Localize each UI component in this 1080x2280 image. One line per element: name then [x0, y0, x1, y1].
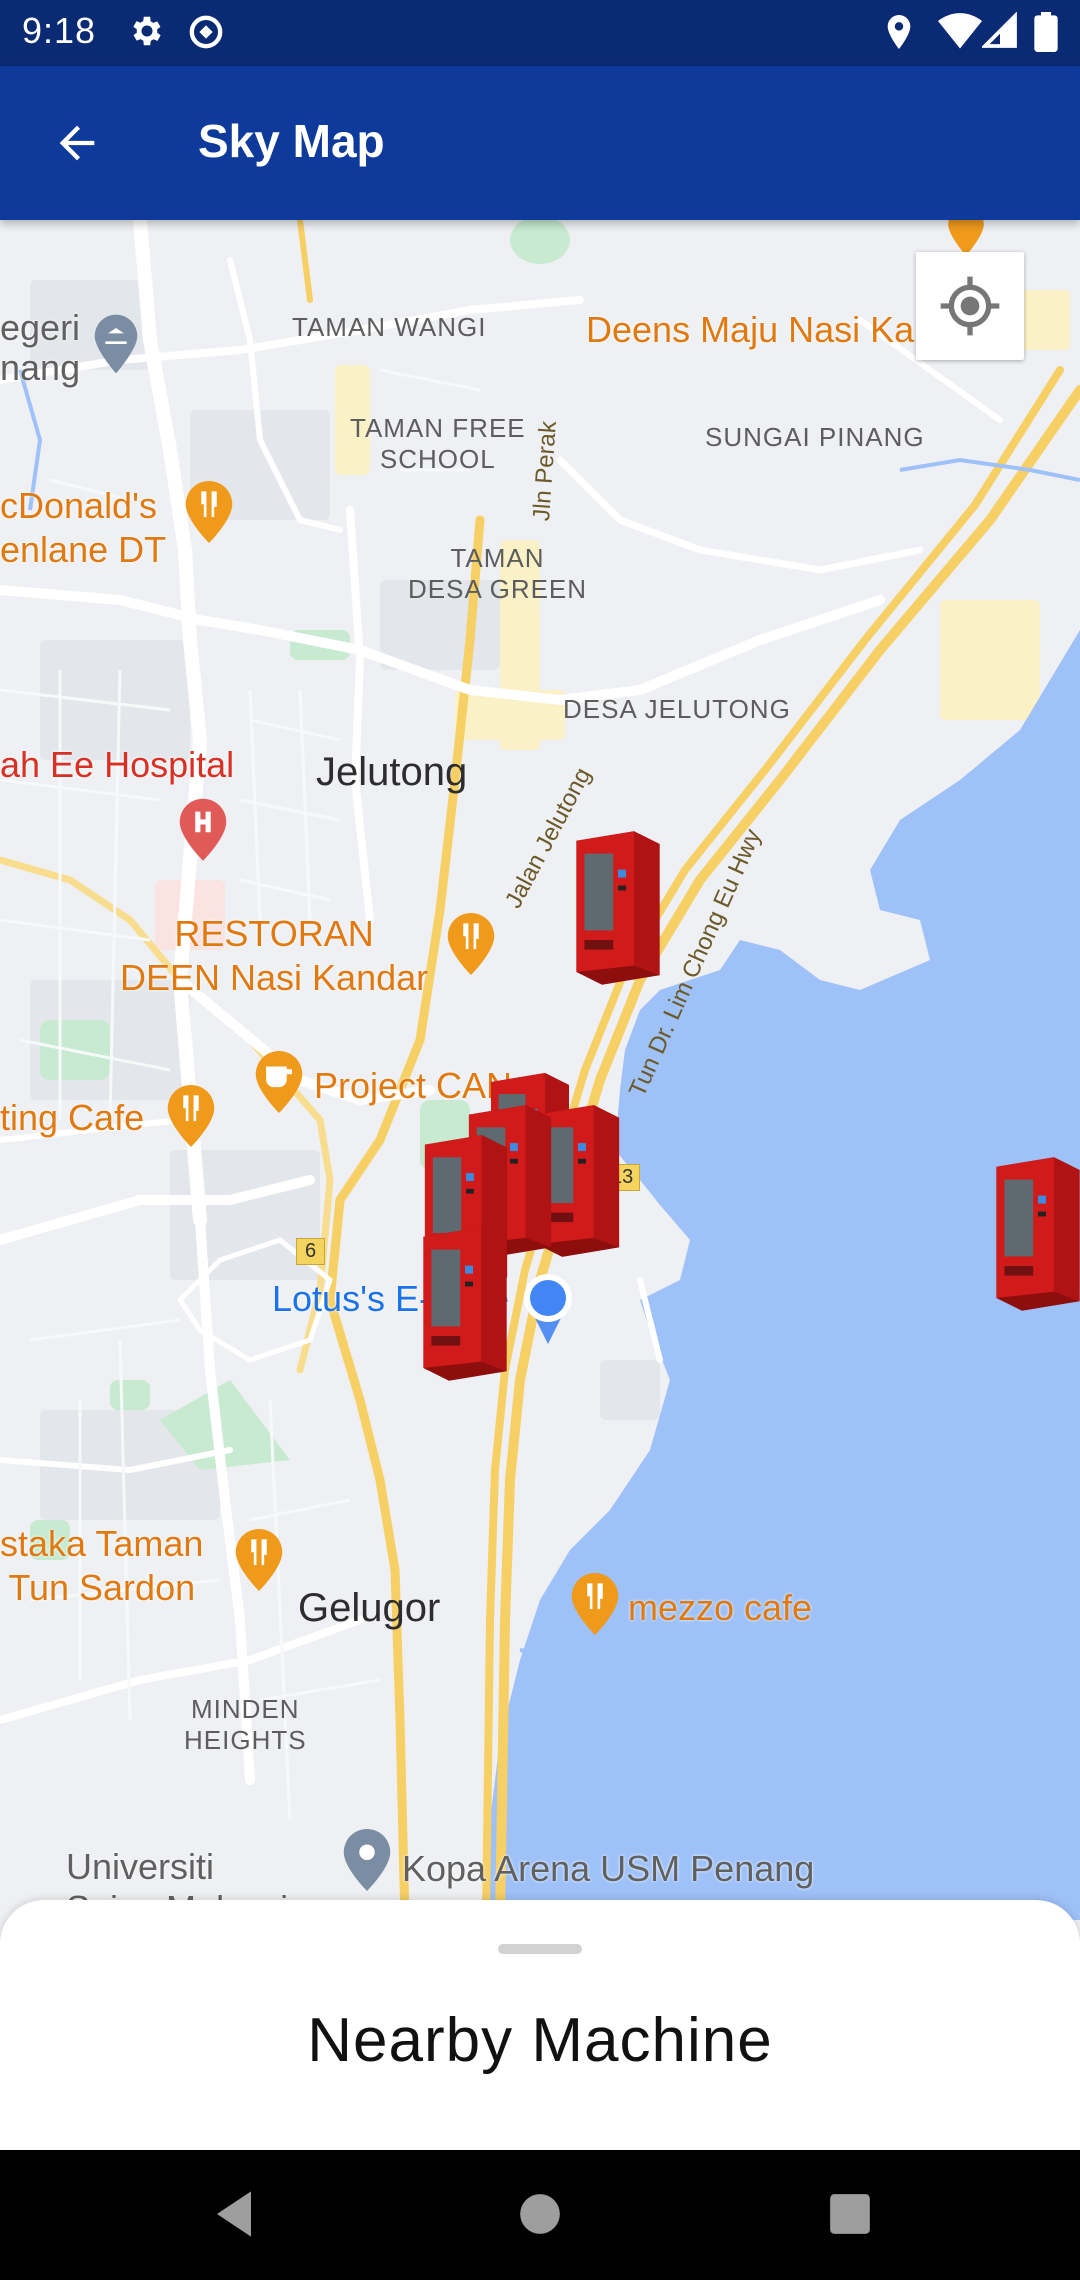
nav-back-icon[interactable] — [200, 2180, 268, 2248]
nav-recents-icon[interactable] — [816, 2180, 884, 2248]
settings-icon — [133, 16, 161, 46]
restaurant-pin-icon[interactable] — [178, 478, 240, 546]
route-shield-6: 6 — [296, 1238, 326, 1265]
poi-label-kopa-arena[interactable]: Kopa Arena USM Penang — [402, 1848, 814, 1890]
cafe-pin-icon[interactable] — [248, 1048, 310, 1116]
bottom-sheet-title: Nearby Machine — [307, 2006, 773, 2075]
nav-home-icon[interactable] — [506, 2180, 574, 2248]
poi-label-deens-maju[interactable]: Deens Maju Nasi Ka — [586, 308, 914, 352]
poi-label-ting-cafe[interactable]: ting Cafe — [0, 1096, 144, 1140]
area-label-taman-wangi: TAMAN WANGI — [292, 312, 487, 342]
poi-label-restoran-deen[interactable]: RESTORAN DEEN Nasi Kandar — [120, 912, 428, 1000]
data-saver-icon — [189, 15, 223, 49]
my-location-icon[interactable] — [938, 274, 1002, 338]
restaurant-pin-icon[interactable] — [564, 1570, 626, 1638]
restaurant-pin-icon[interactable] — [228, 1526, 290, 1594]
wifi-icon — [938, 13, 982, 49]
government-pin-icon[interactable] — [84, 312, 148, 376]
arrow-back-icon[interactable] — [51, 117, 103, 169]
town-label-gelugor: Gelugor — [298, 1586, 441, 1630]
vending-machine-marker[interactable] — [990, 1154, 1080, 1314]
area-label-sungai-pinang: SUNGAI PINANG — [705, 422, 925, 452]
poi-label-mcdonalds[interactable]: cDonald's enlane DT — [0, 484, 166, 572]
area-label-desa-jelutong: DESA JELUTONG — [563, 694, 791, 724]
poi-label-mezzo-cafe[interactable]: mezzo cafe — [628, 1586, 812, 1630]
restaurant-pin-icon[interactable] — [440, 910, 502, 978]
poi-label-pustaka[interactable]: staka Taman Tun Sardon — [0, 1522, 203, 1610]
navigation-bar — [0, 2148, 1080, 2280]
poi-label-negeri-pinang[interactable]: egeri nang — [0, 308, 80, 388]
location-icon — [887, 15, 911, 49]
area-label-minden-heights: MINDEN HEIGHTS — [184, 1694, 307, 1755]
sheet-drag-handle[interactable] — [498, 1944, 582, 1954]
hospital-pin-icon[interactable] — [172, 796, 234, 866]
page-title: Sky Map — [198, 115, 385, 167]
app-bar: Sky Map — [0, 66, 1080, 220]
area-label-taman-desa-green: TAMAN DESA GREEN — [408, 543, 588, 604]
vending-machine-marker[interactable] — [416, 1224, 514, 1384]
status-bar: 9:18 — [0, 0, 1080, 66]
area-label-taman-free-school: TAMAN FREE SCHOOL — [350, 413, 526, 474]
place-pin-icon[interactable] — [336, 1826, 398, 1894]
town-label-jelutong: Jelutong — [316, 750, 468, 794]
map-view[interactable]: TAMAN WANGI TAMAN FREE SCHOOL SUNGAI PIN… — [0, 220, 1080, 1920]
poi-label-hospital[interactable]: ah Ee Hospital — [0, 744, 234, 786]
bottom-sheet[interactable]: Nearby Machine — [0, 1900, 1080, 2150]
restaurant-pin-icon[interactable] — [160, 1082, 222, 1150]
current-location-icon — [524, 1274, 572, 1344]
signal-icon — [982, 12, 1017, 48]
back-button[interactable] — [40, 106, 114, 180]
battery-icon — [1034, 12, 1058, 52]
status-time: 9:18 — [22, 10, 97, 51]
my-location-button[interactable] — [916, 252, 1024, 360]
vending-machine-marker[interactable] — [568, 828, 668, 988]
